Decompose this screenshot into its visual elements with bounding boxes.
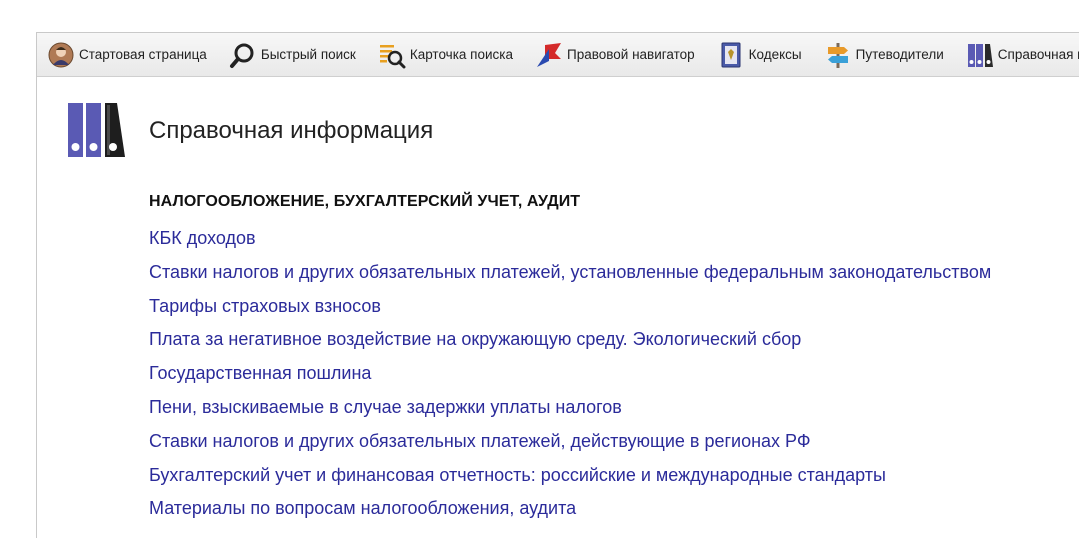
list-item: Тарифы страховых взносов <box>149 294 991 328</box>
app-window: Стартовая страница Быстрый поиск Карточк… <box>36 32 1079 538</box>
magnifier-icon <box>229 41 257 69</box>
toolbar-guides[interactable]: Путеводители <box>824 33 944 76</box>
link-kbk-income[interactable]: КБК доходов <box>149 228 256 248</box>
link-regional-tax-rates[interactable]: Ставки налогов и других обязательных пла… <box>149 431 811 451</box>
link-insurance-tariffs[interactable]: Тарифы страховых взносов <box>149 296 381 316</box>
toolbar-quick-search[interactable]: Быстрый поиск <box>229 33 356 76</box>
binders-icon <box>966 41 994 69</box>
toolbar-codexes-label: Кодексы <box>748 47 802 62</box>
link-taxation-audit-materials[interactable]: Материалы по вопросам налогообложения, а… <box>149 498 576 518</box>
toolbar-start-page[interactable]: Стартовая страница <box>47 33 207 76</box>
list-item: КБК доходов <box>149 226 991 260</box>
signpost-icon <box>824 41 852 69</box>
toolbar-codexes[interactable]: Кодексы <box>717 33 802 76</box>
list-item: Государственная пошлина <box>149 361 991 395</box>
navigator-flag-icon <box>535 41 563 69</box>
link-environmental-fee[interactable]: Плата за негативное воздействие на окруж… <box>149 329 801 349</box>
toolbar-legal-navigator[interactable]: Правовой навигатор <box>535 33 695 76</box>
toolbar-reference-info-label: Справочная информация <box>997 47 1079 62</box>
toolbar: Стартовая страница Быстрый поиск Карточк… <box>37 33 1079 77</box>
toolbar-search-card[interactable]: Карточка поиска <box>378 33 513 76</box>
list-item: Бухгалтерский учет и финансовая отчетнос… <box>149 463 991 497</box>
list-item: Ставки налогов и других обязательных пла… <box>149 429 991 463</box>
link-state-duty[interactable]: Государственная пошлина <box>149 363 371 383</box>
page-title: Справочная информация <box>149 117 434 144</box>
search-card-icon <box>378 41 406 69</box>
link-accounting-standards[interactable]: Бухгалтерский учет и финансовая отчетнос… <box>149 465 886 485</box>
section-heading: НАЛОГООБЛОЖЕНИЕ, БУХГАЛТЕРСКИЙ УЧЕТ, АУД… <box>149 193 581 210</box>
toolbar-legal-navigator-label: Правовой навигатор <box>567 47 695 62</box>
toolbar-search-card-label: Карточка поиска <box>409 47 513 62</box>
toolbar-reference-info[interactable]: Справочная информация <box>966 33 1079 76</box>
list-item: Плата за негативное воздействие на окруж… <box>149 327 991 361</box>
start-page-avatar-icon <box>47 41 75 69</box>
link-late-penalties[interactable]: Пени, взыскиваемые в случае задержки упл… <box>149 397 622 417</box>
list-item: Пени, взыскиваемые в случае задержки упл… <box>149 395 991 429</box>
reference-links-list: КБК доходов Ставки налогов и других обяз… <box>149 226 991 530</box>
link-federal-tax-rates[interactable]: Ставки налогов и других обязательных пла… <box>149 262 991 282</box>
toolbar-guides-label: Путеводители <box>855 47 944 62</box>
list-item: Ставки налогов и других обязательных пла… <box>149 260 991 294</box>
binders-icon <box>68 103 128 159</box>
toolbar-quick-search-label: Быстрый поиск <box>260 47 356 62</box>
toolbar-start-page-label: Стартовая страница <box>79 47 207 62</box>
list-item: Материалы по вопросам налогообложения, а… <box>149 496 991 530</box>
codex-book-icon <box>717 41 745 69</box>
